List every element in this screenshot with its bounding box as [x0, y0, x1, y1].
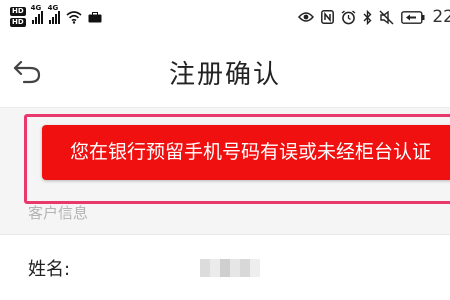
alarm-icon: [341, 9, 356, 24]
nfc-icon: [321, 10, 335, 24]
status-left: HD HD 4G 4G: [10, 2, 102, 32]
briefcase-icon: [88, 11, 102, 22]
hd-badges: HD HD: [10, 7, 26, 27]
status-bar: HD HD 4G 4G 22: [0, 0, 450, 34]
screen: HD HD 4G 4G 22 注册确认 您在银行预留手机号码有误或未经柜台认证 …: [0, 0, 450, 300]
name-row: 姓名:: [0, 234, 450, 300]
error-section: 您在银行预留手机号码有误或未经柜台认证 客户信息: [0, 108, 450, 234]
wifi-icon: [66, 11, 82, 24]
signal-icon: 4G: [31, 4, 43, 24]
bluetooth-icon: [363, 9, 372, 25]
hd-badge: HD: [10, 7, 26, 16]
eye-icon: [298, 12, 315, 22]
name-value-masked: [200, 259, 260, 277]
name-label: 姓名:: [28, 259, 71, 280]
battery-icon: [401, 10, 425, 24]
error-banner: 您在银行预留手机号码有误或未经柜台认证: [42, 125, 450, 180]
signal-label: 4G: [47, 4, 59, 12]
section-label-customer-info: 客户信息: [28, 204, 89, 222]
signal-icon: 4G: [48, 4, 60, 24]
page-title: 注册确认: [168, 60, 281, 90]
app-header: 注册确认: [0, 34, 450, 108]
status-right: 22: [298, 6, 450, 28]
clock-time: 22: [432, 7, 450, 27]
mute-icon: [379, 10, 394, 24]
signal-label: 4G: [30, 4, 42, 12]
hd-badge: HD: [10, 18, 26, 27]
